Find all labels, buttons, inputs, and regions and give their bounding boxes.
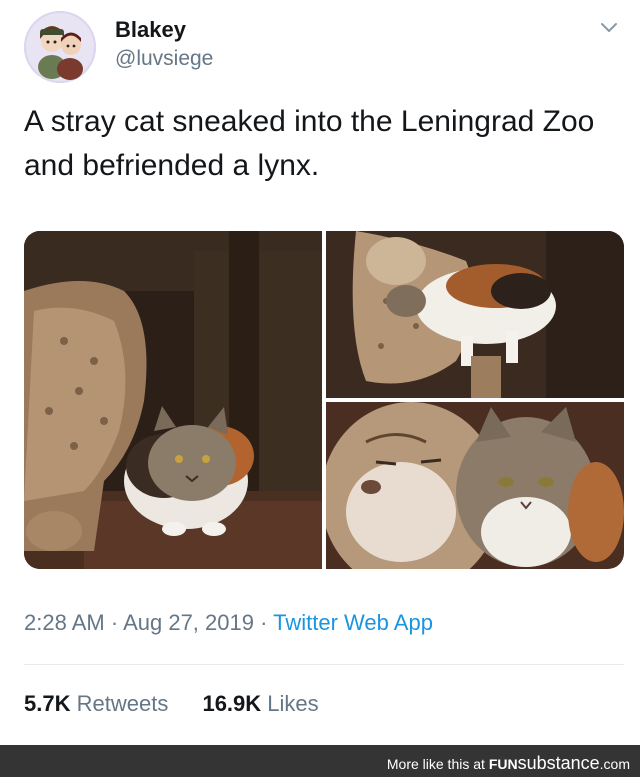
retweets-stat[interactable]: 5.7K Retweets	[24, 691, 168, 716]
tweet-card: Blakey @luvsiege A stray cat sneaked int…	[0, 0, 640, 777]
watermark-brand-prefix: FUN	[488, 756, 518, 772]
retweets-label: Retweets	[76, 691, 169, 716]
media-grid	[24, 231, 624, 569]
tweet-date[interactable]: Aug 27, 2019	[123, 610, 254, 635]
display-name[interactable]: Blakey	[115, 17, 186, 43]
chevron-down-icon[interactable]	[598, 16, 620, 38]
likes-count: 16.9K	[202, 691, 262, 716]
meta-separator-2: ·	[260, 610, 268, 635]
media-photo-cat-and-lynx[interactable]	[24, 231, 322, 569]
watermark-bar: More like this at FUNsubstance.com	[0, 745, 640, 777]
watermark-promo: More like this at	[386, 756, 485, 772]
media-photo-cat-on-lynx[interactable]	[326, 231, 624, 398]
tweet-source-link[interactable]: Twitter Web App	[273, 610, 433, 635]
avatar-illustration-icon	[24, 11, 96, 83]
retweets-count: 5.7K	[24, 691, 71, 716]
watermark-brand-tld: .com	[599, 756, 630, 772]
tweet-time[interactable]: 2:28 AM	[24, 610, 105, 635]
watermark-text[interactable]: More like this at FUNsubstance.com	[387, 753, 630, 774]
tweet-text: A stray cat sneaked into the Leningrad Z…	[24, 105, 595, 182]
likes-stat[interactable]: 16.9K Likes	[202, 691, 318, 716]
tweet-header: Blakey @luvsiege	[24, 11, 624, 83]
watermark-brand-suffix: substance	[517, 753, 600, 773]
media-photo-lynx-and-cat-closeup[interactable]	[326, 402, 624, 569]
tweet-meta: 2:28 AM · Aug 27, 2019 · Twitter Web App	[24, 610, 433, 636]
tweet-stats: 5.7K Retweets 16.9K Likes	[24, 691, 319, 717]
likes-label: Likes	[267, 691, 319, 716]
meta-separator: ·	[110, 610, 119, 635]
avatar[interactable]	[24, 11, 96, 83]
divider	[24, 664, 624, 665]
user-handle[interactable]: @luvsiege	[115, 47, 213, 71]
